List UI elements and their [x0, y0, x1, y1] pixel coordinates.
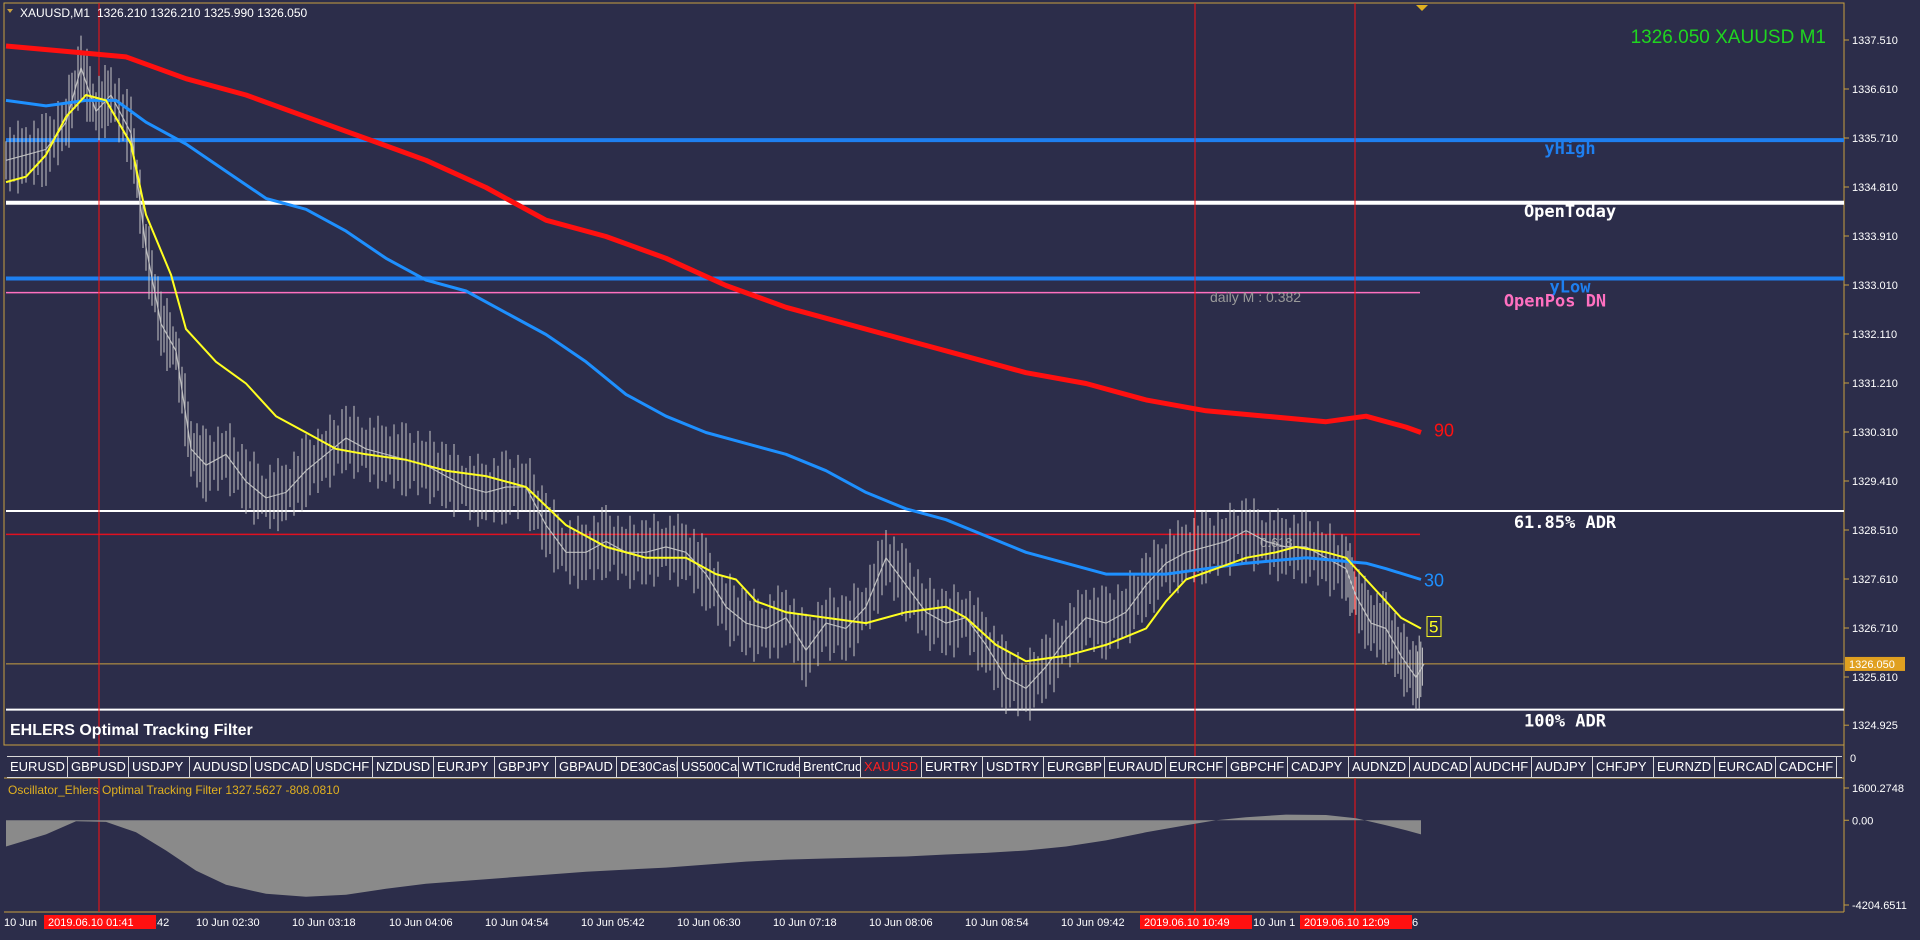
- time-axis-label: 6: [1412, 917, 1418, 929]
- symbol-tab-de30cash[interactable]: DE30Cash: [617, 757, 678, 777]
- indicator-label: EHLERS Optimal Tracking Filter: [10, 722, 253, 739]
- time-axis-label: 10 Jun 09:42: [1061, 917, 1125, 929]
- symbol-tab-nzdusd[interactable]: NZDUSD: [373, 757, 434, 777]
- chart-frame: [3, 2, 1845, 746]
- symbol-tab-audchf[interactable]: AUDCHF: [1471, 757, 1532, 777]
- symbol-tab-audnzd[interactable]: AUDNZD: [1349, 757, 1410, 777]
- osc-axis-label: 1600.2748: [1852, 783, 1904, 795]
- symbol-tab-audcad[interactable]: AUDCAD: [1410, 757, 1471, 777]
- symbol-tab-audusd[interactable]: AUDUSD: [190, 757, 251, 777]
- quote-label: 1326.050 XAUUSD M1: [1631, 27, 1826, 48]
- time-axis-label: 10 Jun 05:42: [581, 917, 645, 929]
- time-axis-label: 10 Jun 06:30: [677, 917, 741, 929]
- oscillator-series: [6, 814, 1421, 897]
- time-marker-label: 2019.06.10 10:49: [1144, 917, 1230, 929]
- osc-histogram: [6, 814, 1421, 897]
- symbol-tab-usdjpy[interactable]: USDJPY: [129, 757, 190, 777]
- chart-window[interactable]: yHigh OpenToday yLow OpenPos DN 61.85% ADR 10…: [0, 0, 1920, 935]
- level-label: OpenToday: [1524, 202, 1616, 222]
- symbol-tab-audjpy[interactable]: AUDJPY: [1532, 757, 1593, 777]
- osc-axis-label: 0.00: [1852, 815, 1873, 827]
- time-axis-label: 10 Jun 1: [1253, 917, 1295, 929]
- symbol-tab-us500cash[interactable]: US500Cash: [678, 757, 739, 777]
- symbol-tab-chfjpy[interactable]: CHFJPY: [1593, 757, 1654, 777]
- fib-label: 0.618: [1260, 535, 1293, 550]
- symbol-tab-gbpaud[interactable]: GBPAUD: [556, 757, 617, 777]
- time-axis-label: 10 Jun: [4, 917, 37, 929]
- price-axis-label: 1324.925: [1852, 720, 1898, 732]
- symbol-tabs-bar: EURUSD GBPUSD USDJPY AUDUSD USDCAD USDCHF NZDU…: [7, 756, 1842, 778]
- symbol-tab-wticrude[interactable]: WTICrude: [739, 757, 800, 777]
- time-marker-label: 2019.06.10 01:41: [48, 917, 134, 929]
- price-chart[interactable]: yHighOpenTodayyLowOpenPos DN61.85% ADR10…: [0, 0, 1920, 935]
- price-axis-label: 1334.810: [1852, 182, 1898, 194]
- price-axis-label: 1337.510: [1852, 35, 1898, 47]
- time-axis-label: 10 Jun 08:54: [965, 917, 1029, 929]
- price-axis-label: 1333.010: [1852, 280, 1898, 292]
- price-axis-label: 1330.310: [1852, 427, 1898, 439]
- price-axis-label: 1331.210: [1852, 378, 1898, 390]
- symbol-tab-eurchf[interactable]: EURCHF: [1166, 757, 1227, 777]
- current-price-label: 1326.050: [1849, 659, 1895, 671]
- oscillator-title: Oscillator_Ehlers Optimal Tracking Filte…: [8, 783, 340, 797]
- symbol-tab-eurtry[interactable]: EURTRY: [922, 757, 983, 777]
- symbol-tab-usdcad[interactable]: USDCAD: [251, 757, 312, 777]
- symbol-tab-gbpchf[interactable]: GBPCHF: [1227, 757, 1288, 777]
- symbol-tab-eurnzd[interactable]: EURNZD: [1654, 757, 1715, 777]
- ma-label-5: 5: [1429, 618, 1438, 637]
- symbol-tab-usdtry[interactable]: USDTRY: [983, 757, 1044, 777]
- symbol-tab-cadjpy[interactable]: CADJPY: [1288, 757, 1349, 777]
- level-label: 61.85% ADR: [1514, 513, 1617, 533]
- osc-zero-label: 0: [1850, 753, 1856, 765]
- symbol-tab-cadchf[interactable]: CADCHF: [1776, 757, 1837, 777]
- price-axis-label: 1327.610: [1852, 574, 1898, 586]
- shift-marker-icon[interactable]: [1416, 5, 1428, 11]
- ma-line-90: [5, 43, 1422, 435]
- time-axis-label: :42: [154, 917, 169, 929]
- symbol-tab-eurjpy[interactable]: EURJPY: [434, 757, 495, 777]
- symbol-tab-brentcrude[interactable]: BrentCrude: [800, 757, 861, 777]
- time-marker-label: 2019.06.10 12:09: [1304, 917, 1390, 929]
- price-line: [5, 65, 1425, 690]
- symbol-tab-usdchf[interactable]: USDCHF: [312, 757, 373, 777]
- price-axis-label: 1325.810: [1852, 672, 1898, 684]
- ma-label-90: 90: [1434, 421, 1454, 441]
- price-axis-label: 1326.710: [1852, 623, 1898, 635]
- price-axis-label: 1336.610: [1852, 84, 1898, 96]
- price-axis-label: 1335.710: [1852, 133, 1898, 145]
- ma-label-30: 30: [1424, 571, 1444, 591]
- ma-line-30: [5, 98, 1422, 581]
- level-label: yHigh: [1544, 139, 1595, 159]
- time-axis-label: 10 Jun 08:06: [869, 917, 933, 929]
- symbol-tab-eurusd[interactable]: EURUSD: [7, 757, 68, 777]
- price-axis-label: 1329.410: [1852, 476, 1898, 488]
- symbol-title: XAUUSD,M1: [20, 6, 90, 20]
- symbol-tab-eurgbp[interactable]: EURGBP: [1044, 757, 1105, 777]
- price-axis-label: 1333.910: [1852, 231, 1898, 243]
- osc-axis-label: -4204.6511: [1852, 900, 1907, 912]
- symbol-tab-gbpjpy[interactable]: GBPJPY: [495, 757, 556, 777]
- time-axis-label: 10 Jun 04:06: [389, 917, 453, 929]
- symbol-tab-gbpusd[interactable]: GBPUSD: [68, 757, 129, 777]
- horizontal-levels: yHighOpenTodayyLowOpenPos DN61.85% ADR10…: [6, 138, 1844, 732]
- level-label: 100% ADR: [1524, 712, 1607, 732]
- symbol-tab-xauusd[interactable]: XAUUSD: [861, 757, 922, 777]
- time-axis-label: 10 Jun 04:54: [485, 917, 549, 929]
- price-axis-label: 1328.510: [1852, 525, 1898, 537]
- symbol-tab-eurcad[interactable]: EURCAD: [1715, 757, 1776, 777]
- dropdown-triangle-icon[interactable]: [7, 9, 13, 13]
- price-axis-label: 1332.110: [1852, 329, 1897, 341]
- fib-label: daily M : 0.382: [1210, 289, 1301, 305]
- time-axis-label: 10 Jun 03:18: [292, 917, 356, 929]
- symbol-tab-euraud[interactable]: EURAUD: [1105, 757, 1166, 777]
- ohlc-values: 1326.210 1326.210 1325.990 1326.050: [97, 6, 308, 20]
- level-label: OpenPos DN: [1504, 292, 1606, 312]
- time-axis-label: 10 Jun 07:18: [773, 917, 837, 929]
- price-axis: 1337.510 1336.610 1335.710 1334.810 1333.910…: [1844, 35, 1907, 912]
- time-axis: 10 Jun :42 10 Jun 02:30 10 Jun 03:18 10 Jun …: [4, 915, 1418, 929]
- time-axis-label: 10 Jun 02:30: [196, 917, 260, 929]
